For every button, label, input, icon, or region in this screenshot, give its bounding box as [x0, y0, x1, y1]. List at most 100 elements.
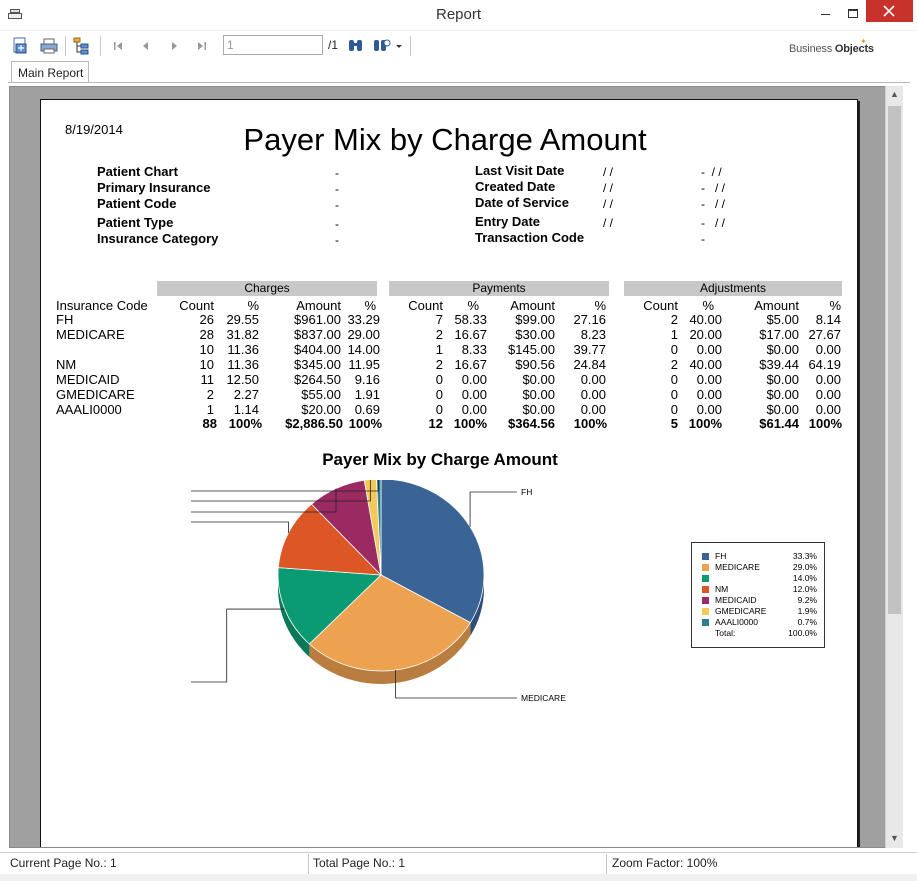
row-payment-amount-pct: 39.77: [561, 342, 606, 357]
row-adj-count: 0: [633, 402, 678, 417]
row-charge-pct: 29.55: [216, 312, 259, 327]
filter-label: Last Visit Date: [475, 163, 564, 178]
row-payment-amount-pct: 0.00: [561, 372, 606, 387]
total-payment-amount-pct: 100%: [561, 416, 607, 431]
total-payment-count: 12: [398, 416, 443, 431]
row-charge-count: 26: [169, 312, 214, 327]
section-header-adjustments: Adjustments: [624, 281, 842, 296]
vertical-scrollbar[interactable]: ▲ ▼: [885, 86, 903, 848]
title-bar: Report: [0, 0, 917, 31]
row-adj-count: 1: [633, 327, 678, 342]
window-title: Report: [0, 6, 917, 23]
maximize-button[interactable]: [838, 0, 868, 29]
row-charge-count: 28: [169, 327, 214, 342]
zoom-button[interactable]: [372, 36, 404, 56]
scroll-down-icon[interactable]: ▼: [886, 830, 903, 846]
section-header-charges: Charges: [157, 281, 377, 296]
filter-label: Transaction Code: [475, 230, 584, 245]
row-adj-pct: 0.00: [676, 402, 722, 417]
callout-line: [470, 492, 517, 527]
row-payment-amount: $0.00: [481, 402, 555, 417]
chart-legend: Total: 100.0% FH33.3%MEDICARE29.0%14.0%N…: [691, 542, 825, 648]
filter-label: Patient Type: [97, 215, 173, 230]
callout-line: [191, 522, 288, 533]
row-charge-amount: $20.00: [266, 402, 341, 417]
row-payment-amount: $99.00: [481, 312, 555, 327]
row-adj-amount-pct: 0.00: [801, 342, 841, 357]
filter-label: Patient Code: [97, 196, 176, 211]
filter-to: - / /: [701, 197, 725, 211]
filter-label: Created Date: [475, 179, 555, 194]
total-payment-amount: $364.56: [481, 416, 555, 431]
first-page-button[interactable]: [108, 36, 128, 56]
filter-value: -: [335, 198, 339, 212]
legend-swatch: [702, 575, 709, 582]
first-page-icon: [108, 36, 128, 56]
row-charge-count: 2: [169, 387, 214, 402]
print-button[interactable]: [39, 36, 59, 56]
minimize-button[interactable]: [810, 0, 840, 29]
legend-label: NM: [715, 584, 728, 594]
next-page-icon: [164, 36, 184, 56]
total-adj-count: 5: [633, 416, 678, 431]
row-adj-amount: $17.00: [724, 327, 799, 342]
page-number-input[interactable]: [223, 35, 323, 55]
previous-page-button[interactable]: [136, 36, 156, 56]
row-payment-count: 1: [398, 342, 443, 357]
business-objects-logo: Business Objects✦: [789, 43, 874, 55]
column-header-amount: Amount: [485, 298, 555, 313]
filter-from: / /: [603, 181, 613, 195]
legend-item: 14.0%: [702, 573, 817, 584]
scroll-thumb[interactable]: [888, 106, 901, 614]
total-charge-amount-pct: 100%: [341, 416, 382, 431]
row-charge-amount: $837.00: [266, 327, 341, 342]
filter-to: -: [701, 232, 705, 246]
previous-page-icon: [136, 36, 156, 56]
toggle-group-tree-button[interactable]: [72, 36, 92, 56]
row-payment-amount-pct: 0.00: [561, 402, 606, 417]
row-adj-pct: 20.00: [676, 327, 722, 342]
total-adj-amount: $61.44: [724, 416, 799, 431]
row-payment-amount: $30.00: [481, 327, 555, 342]
legend-swatch: [702, 564, 709, 571]
filter-from: / /: [603, 165, 613, 179]
report-viewport[interactable]: 8/19/2014 Payer Mix by Charge Amount Pat…: [9, 86, 903, 848]
row-payment-count: 0: [398, 372, 443, 387]
status-total-page: Total Page No.: 1: [313, 856, 405, 870]
row-adj-amount: $0.00: [724, 372, 799, 387]
row-charge-amount: $404.00: [266, 342, 341, 357]
row-charge-amount-pct: 9.16: [341, 372, 380, 387]
row-adj-count: 2: [633, 357, 678, 372]
next-page-button[interactable]: [164, 36, 184, 56]
legend-label: FH: [715, 551, 726, 561]
row-adj-amount: $0.00: [724, 387, 799, 402]
row-payment-amount-pct: 8.23: [561, 327, 606, 342]
printer-icon: [39, 36, 59, 56]
status-current-page: Current Page No.: 1: [10, 856, 117, 870]
row-adj-count: 0: [633, 372, 678, 387]
filter-label: Primary Insurance: [97, 180, 210, 195]
callout-label: FH: [521, 487, 532, 497]
section-header-payments: Payments: [389, 281, 609, 296]
scroll-up-icon[interactable]: ▲: [886, 86, 903, 102]
group-tree-icon: [72, 36, 92, 56]
close-button[interactable]: [866, 0, 913, 22]
find-button[interactable]: [346, 36, 366, 56]
row-adj-amount: $0.00: [724, 402, 799, 417]
legend-value: 29.0%: [793, 562, 817, 572]
total-adj-amount-pct: 100%: [801, 416, 842, 431]
export-button[interactable]: [11, 36, 31, 56]
row-charge-amount: $961.00: [266, 312, 341, 327]
row-payment-amount: $0.00: [481, 387, 555, 402]
column-header-count: Count: [169, 298, 214, 313]
tab-main-report[interactable]: Main Report: [11, 61, 89, 83]
binoculars-icon: [346, 36, 366, 56]
filter-value: -: [335, 182, 339, 196]
toolbar: /1 Business Objects✦: [8, 33, 909, 59]
last-page-button[interactable]: [192, 36, 212, 56]
row-code: GMEDICARE: [56, 387, 135, 402]
legend-total-label: Total:: [715, 628, 735, 638]
row-charge-pct: 11.36: [216, 357, 259, 372]
row-payment-amount: $145.00: [481, 342, 555, 357]
last-page-icon: [192, 36, 212, 56]
